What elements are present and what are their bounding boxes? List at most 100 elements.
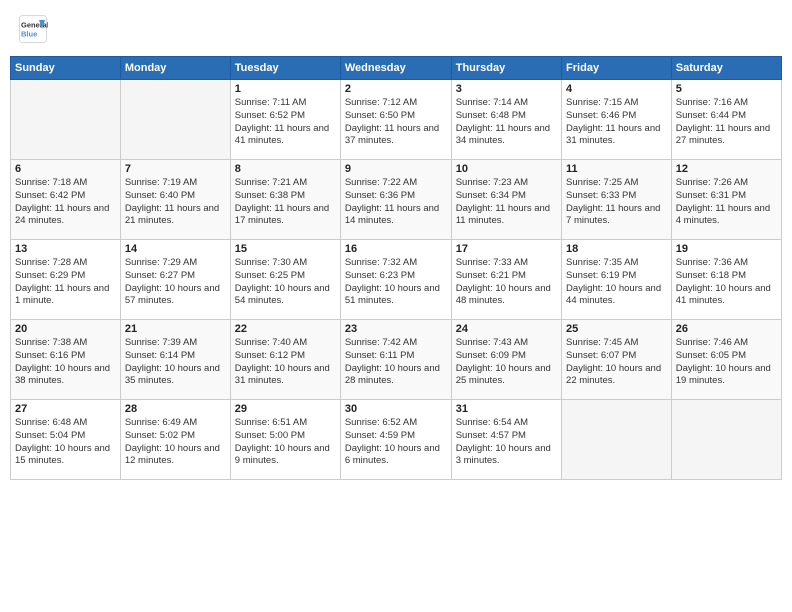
logo: General Blue [18,14,52,44]
day-number: 7 [125,163,226,175]
day-number: 24 [456,323,557,335]
day-info: Sunrise: 7:35 AM Sunset: 6:19 PM Dayligh… [566,257,667,308]
calendar-cell: 14 Sunrise: 7:29 AM Sunset: 6:27 PM Dayli… [120,240,230,320]
day-info: Sunrise: 7:33 AM Sunset: 6:21 PM Dayligh… [456,257,557,308]
calendar-cell: 17 Sunrise: 7:33 AM Sunset: 6:21 PM Dayli… [451,240,561,320]
calendar-cell: 9 Sunrise: 7:22 AM Sunset: 6:36 PM Daylig… [340,160,451,240]
day-info: Sunrise: 7:42 AM Sunset: 6:11 PM Dayligh… [345,337,447,388]
calendar-week-row: 27 Sunrise: 6:48 AM Sunset: 5:04 PM Dayli… [11,400,782,480]
day-number: 31 [456,403,557,415]
day-number: 15 [235,243,336,255]
day-number: 23 [345,323,447,335]
day-number: 2 [345,83,447,95]
weekday-header-friday: Friday [562,57,672,80]
day-info: Sunrise: 7:25 AM Sunset: 6:33 PM Dayligh… [566,177,667,228]
weekday-header-tuesday: Tuesday [230,57,340,80]
calendar-cell: 24Sunrise: 7:43 AM Sunset: 6:09 PM Dayli… [451,320,561,400]
calendar-cell: 15 Sunrise: 7:30 AM Sunset: 6:25 PM Dayli… [230,240,340,320]
day-number: 14 [125,243,226,255]
day-info: Sunrise: 7:18 AM Sunset: 6:42 PM Dayligh… [15,177,116,228]
day-number: 30 [345,403,447,415]
day-info: Sunrise: 7:22 AM Sunset: 6:36 PM Dayligh… [345,177,447,228]
day-info: Sunrise: 7:28 AM Sunset: 6:29 PM Dayligh… [15,257,116,308]
calendar-cell: 16 Sunrise: 7:32 AM Sunset: 6:23 PM Dayli… [340,240,451,320]
calendar-cell: 21Sunrise: 7:39 AM Sunset: 6:14 PM Dayli… [120,320,230,400]
calendar-cell [120,80,230,160]
day-number: 25 [566,323,667,335]
calendar-cell: 28Sunrise: 6:49 AM Sunset: 5:02 PM Dayli… [120,400,230,480]
day-info: Sunrise: 7:39 AM Sunset: 6:14 PM Dayligh… [125,337,226,388]
day-info: Sunrise: 7:30 AM Sunset: 6:25 PM Dayligh… [235,257,336,308]
day-number: 19 [676,243,777,255]
day-number: 17 [456,243,557,255]
day-info: Sunrise: 7:29 AM Sunset: 6:27 PM Dayligh… [125,257,226,308]
day-info: Sunrise: 7:32 AM Sunset: 6:23 PM Dayligh… [345,257,447,308]
calendar-week-row: 1 Sunrise: 7:11 AM Sunset: 6:52 PM Daylig… [11,80,782,160]
calendar-body: 1 Sunrise: 7:11 AM Sunset: 6:52 PM Daylig… [11,80,782,480]
page-header: General Blue [10,10,782,48]
logo-icon: General Blue [18,14,48,44]
day-info: Sunrise: 7:16 AM Sunset: 6:44 PM Dayligh… [676,97,777,148]
calendar-cell: 6 Sunrise: 7:18 AM Sunset: 6:42 PM Daylig… [11,160,121,240]
calendar-week-row: 20 Sunrise: 7:38 AM Sunset: 6:16 PM Dayli… [11,320,782,400]
calendar-cell: 11 Sunrise: 7:25 AM Sunset: 6:33 PM Dayli… [562,160,672,240]
day-number: 4 [566,83,667,95]
day-info: Sunrise: 7:38 AM Sunset: 6:16 PM Dayligh… [15,337,116,388]
day-number: 3 [456,83,557,95]
calendar-cell: 25 Sunrise: 7:45 AM Sunset: 6:07 PM Dayli… [562,320,672,400]
calendar-cell: 5 Sunrise: 7:16 AM Sunset: 6:44 PM Daylig… [671,80,781,160]
calendar-cell: 22 Sunrise: 7:40 AM Sunset: 6:12 PM Dayli… [230,320,340,400]
day-number: 1 [235,83,336,95]
calendar-cell [671,400,781,480]
calendar-cell: 26Sunrise: 7:46 AM Sunset: 6:05 PM Dayli… [671,320,781,400]
calendar-cell: 10 Sunrise: 7:23 AM Sunset: 6:34 PM Dayli… [451,160,561,240]
day-info: Sunrise: 7:14 AM Sunset: 6:48 PM Dayligh… [456,97,557,148]
day-number: 9 [345,163,447,175]
calendar-cell [11,80,121,160]
calendar-cell: 18 Sunrise: 7:35 AM Sunset: 6:19 PM Dayli… [562,240,672,320]
day-info: Sunrise: 7:40 AM Sunset: 6:12 PM Dayligh… [235,337,336,388]
day-number: 8 [235,163,336,175]
calendar-cell: 4 Sunrise: 7:15 AM Sunset: 6:46 PM Daylig… [562,80,672,160]
calendar-cell: 29Sunrise: 6:51 AM Sunset: 5:00 PM Dayli… [230,400,340,480]
calendar-cell: 3 Sunrise: 7:14 AM Sunset: 6:48 PM Daylig… [451,80,561,160]
calendar-cell: 8 Sunrise: 7:21 AM Sunset: 6:38 PM Daylig… [230,160,340,240]
day-info: Sunrise: 7:15 AM Sunset: 6:46 PM Dayligh… [566,97,667,148]
calendar-cell: 12Sunrise: 7:26 AM Sunset: 6:31 PM Dayli… [671,160,781,240]
day-info: Sunrise: 6:52 AM Sunset: 4:59 PM Dayligh… [345,417,447,468]
day-number: 12 [676,163,777,175]
day-info: Sunrise: 6:49 AM Sunset: 5:02 PM Dayligh… [125,417,226,468]
day-number: 10 [456,163,557,175]
weekday-header-row: SundayMondayTuesdayWednesdayThursdayFrid… [11,57,782,80]
day-number: 5 [676,83,777,95]
day-info: Sunrise: 6:54 AM Sunset: 4:57 PM Dayligh… [456,417,557,468]
calendar-cell: 7Sunrise: 7:19 AM Sunset: 6:40 PM Daylig… [120,160,230,240]
calendar-cell: 31 Sunrise: 6:54 AM Sunset: 4:57 PM Dayli… [451,400,561,480]
day-info: Sunrise: 6:51 AM Sunset: 5:00 PM Dayligh… [235,417,336,468]
day-info: Sunrise: 7:36 AM Sunset: 6:18 PM Dayligh… [676,257,777,308]
day-number: 11 [566,163,667,175]
day-number: 27 [15,403,116,415]
calendar-cell: 20 Sunrise: 7:38 AM Sunset: 6:16 PM Dayli… [11,320,121,400]
calendar-cell: 23 Sunrise: 7:42 AM Sunset: 6:11 PM Dayli… [340,320,451,400]
day-number: 20 [15,323,116,335]
calendar-cell: 27 Sunrise: 6:48 AM Sunset: 5:04 PM Dayli… [11,400,121,480]
weekday-header-monday: Monday [120,57,230,80]
day-number: 18 [566,243,667,255]
day-info: Sunrise: 6:48 AM Sunset: 5:04 PM Dayligh… [15,417,116,468]
day-info: Sunrise: 7:23 AM Sunset: 6:34 PM Dayligh… [456,177,557,228]
weekday-header-sunday: Sunday [11,57,121,80]
calendar-cell [562,400,672,480]
day-number: 6 [15,163,116,175]
day-number: 22 [235,323,336,335]
day-info: Sunrise: 7:21 AM Sunset: 6:38 PM Dayligh… [235,177,336,228]
day-number: 13 [15,243,116,255]
day-info: Sunrise: 7:11 AM Sunset: 6:52 PM Dayligh… [235,97,336,148]
weekday-header-wednesday: Wednesday [340,57,451,80]
day-info: Sunrise: 7:45 AM Sunset: 6:07 PM Dayligh… [566,337,667,388]
calendar-table: SundayMondayTuesdayWednesdayThursdayFrid… [10,56,782,480]
calendar-cell: 1 Sunrise: 7:11 AM Sunset: 6:52 PM Daylig… [230,80,340,160]
weekday-header-thursday: Thursday [451,57,561,80]
calendar-cell: 19 Sunrise: 7:36 AM Sunset: 6:18 PM Dayli… [671,240,781,320]
day-number: 16 [345,243,447,255]
